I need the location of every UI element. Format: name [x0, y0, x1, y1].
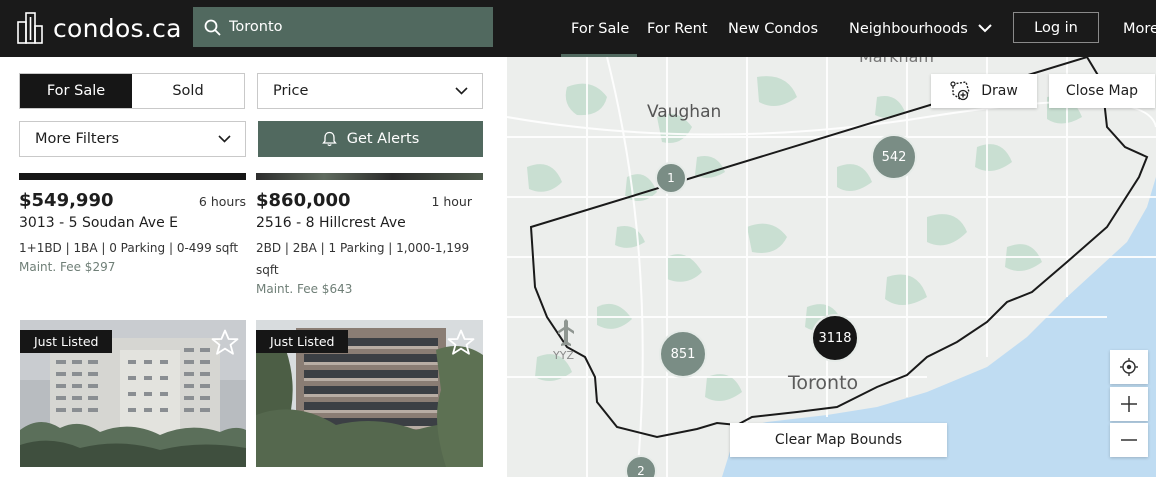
get-alerts-button[interactable]: Get Alerts — [258, 121, 483, 157]
toggle-for-sale[interactable]: For Sale — [20, 74, 132, 108]
listing-price: $549,990 — [19, 190, 114, 211]
listing-card[interactable]: $860,000 1 hour 2516 - 8 Hillcrest Ave 2… — [256, 173, 483, 296]
clear-map-bounds-button[interactable]: Clear Map Bounds — [730, 423, 947, 457]
airport-icon — [558, 319, 574, 346]
map-label-vaughan: Vaughan — [647, 102, 722, 122]
nav-neighbourhoods-label: Neighbourhoods — [849, 20, 968, 37]
more-filters-label: More Filters — [35, 131, 120, 147]
map-cluster[interactable]: 542 — [871, 134, 917, 180]
map-cluster[interactable]: 851 — [659, 330, 707, 378]
chevron-down-icon — [455, 87, 468, 95]
draw-polygon-icon — [950, 81, 971, 101]
listing-age: 6 hours — [198, 194, 246, 209]
nav-for-sale[interactable]: For Sale — [571, 0, 629, 57]
minus-icon — [1121, 439, 1137, 441]
listing-photo-strip — [256, 173, 483, 180]
listing-price: $860,000 — [256, 190, 351, 211]
search-bar[interactable] — [193, 7, 493, 47]
map-canvas — [507, 57, 1156, 477]
search-input[interactable] — [229, 19, 469, 35]
map-label-toronto: Toronto — [788, 372, 859, 394]
crosshair-icon — [1120, 358, 1138, 376]
plus-icon — [1121, 396, 1137, 412]
sale-sold-toggle: For Sale Sold — [19, 73, 245, 109]
listing-age: 1 hour — [431, 194, 472, 209]
logo-text: condos.ca — [53, 13, 182, 43]
draw-label: Draw — [981, 83, 1018, 99]
nav-neighbourhoods[interactable]: Neighbourhoods — [849, 0, 992, 57]
more-filters-dropdown[interactable]: More Filters — [19, 121, 246, 157]
listing-address[interactable]: 2516 - 8 Hillcrest Ave — [256, 215, 483, 231]
chevron-down-icon — [218, 135, 231, 143]
map-label-yyz: YYZ — [553, 349, 574, 362]
listing-maint-fee: Maint. Fee $297 — [19, 260, 116, 274]
star-icon[interactable] — [447, 329, 475, 356]
top-navigation: condos.ca For Sale For Rent New Condos N… — [0, 0, 1156, 57]
price-dropdown-label: Price — [273, 83, 309, 99]
close-map-button[interactable]: Close Map — [1049, 74, 1155, 108]
map-view[interactable]: Markham Vaughan Toronto YYZ 542 1 851 31… — [507, 57, 1156, 477]
building-icon — [17, 12, 43, 44]
get-alerts-label: Get Alerts — [346, 131, 420, 147]
draw-button[interactable]: Draw — [931, 74, 1037, 108]
zoom-out-button[interactable] — [1110, 423, 1148, 457]
chevron-down-icon — [978, 24, 992, 33]
listing-photo[interactable]: Just Listed — [20, 320, 247, 467]
toggle-sold[interactable]: Sold — [132, 74, 244, 108]
locate-button[interactable] — [1110, 350, 1148, 384]
listing-specs: 2BD | 2BA | 1 Parking | 1,000-1,199 sqft — [256, 241, 470, 277]
listing-address[interactable]: 3013 - 5 Soudan Ave E — [19, 215, 246, 231]
price-dropdown[interactable]: Price — [257, 73, 483, 109]
nav-new-condos[interactable]: New Condos — [728, 0, 818, 57]
listings-panel: For Sale Sold Price More Filters Get Ale… — [0, 57, 507, 477]
login-button[interactable]: Log in — [1013, 12, 1099, 43]
star-icon[interactable] — [211, 329, 239, 356]
just-listed-badge: Just Listed — [256, 330, 349, 353]
listing-photo[interactable]: Just Listed — [256, 320, 483, 467]
listing-card[interactable]: $549,990 6 hours 3013 - 5 Soudan Ave E 1… — [19, 173, 246, 274]
zoom-in-button[interactable] — [1110, 387, 1148, 421]
nav-more[interactable]: More — [1123, 0, 1156, 57]
map-cluster[interactable]: 1 — [655, 162, 687, 194]
bell-icon — [321, 131, 337, 147]
listing-maint-fee: Maint. Fee $643 — [256, 282, 353, 296]
nav-for-rent[interactable]: For Rent — [647, 0, 708, 57]
search-icon — [204, 19, 221, 36]
logo[interactable]: condos.ca — [17, 12, 182, 44]
map-cluster[interactable]: 3118 — [811, 314, 859, 362]
listing-specs: 1+1BD | 1BA | 0 Parking | 0-499 sqft — [19, 241, 239, 255]
listing-photo-strip — [19, 173, 246, 180]
just-listed-badge: Just Listed — [20, 330, 113, 353]
map-label-markham: Markham — [859, 57, 934, 66]
